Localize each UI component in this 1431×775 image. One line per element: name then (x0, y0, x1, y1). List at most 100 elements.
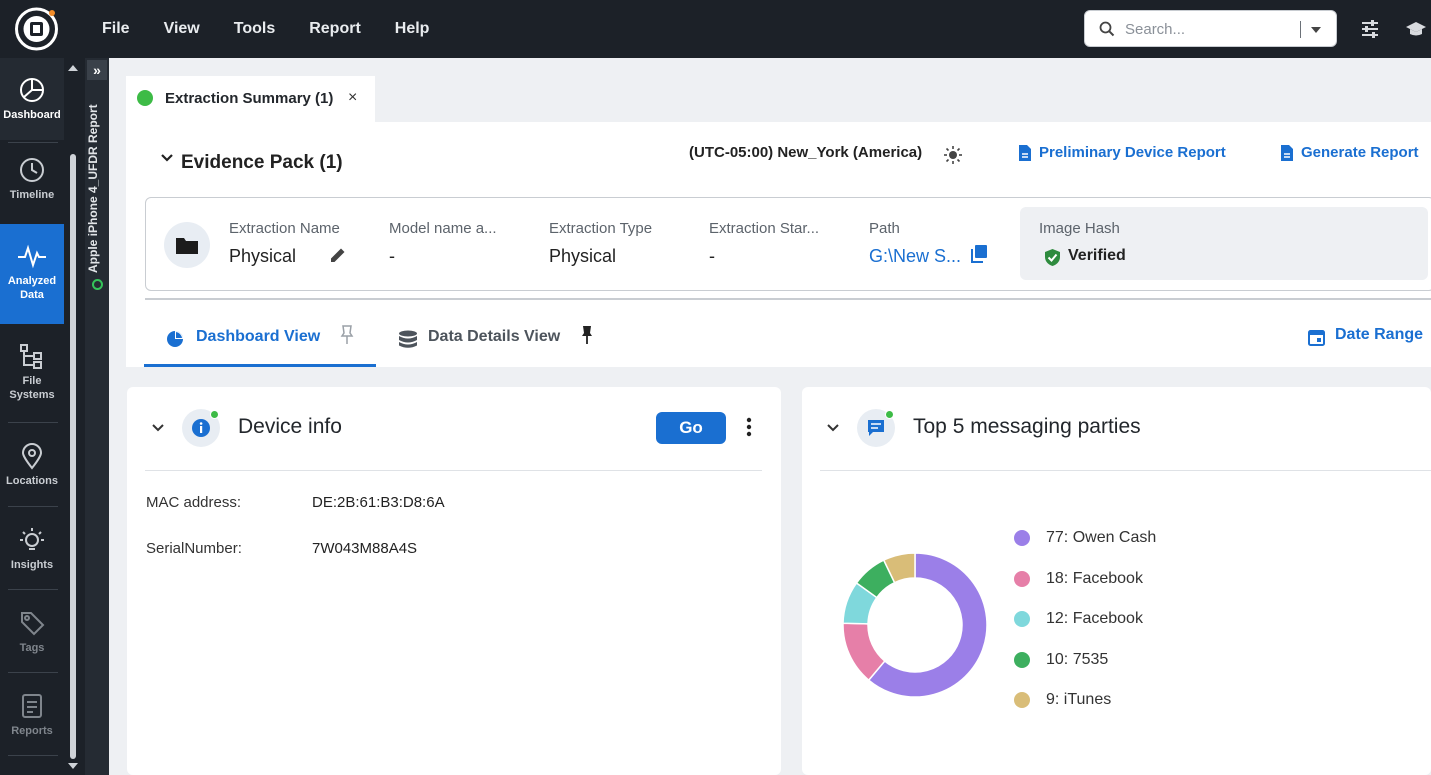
nav-reports[interactable]: Reports (0, 692, 64, 772)
search-separator (1300, 21, 1301, 38)
dashboard-view-label: Dashboard View (196, 328, 321, 345)
brightness-icon[interactable] (943, 145, 963, 165)
mac-address-value: DE:2B:61:B3:D8:6A (312, 494, 445, 511)
legend-swatch (1014, 570, 1030, 587)
chevron-down-icon[interactable] (826, 423, 840, 433)
report-side-strip: » Apple iPhone 4_UFDR Report (85, 58, 109, 775)
model-name-field: Model name a... - (389, 220, 497, 267)
extraction-start-field: Extraction Star... - (709, 220, 819, 267)
legend-swatch (1014, 611, 1030, 627)
chat-bubble-icon (868, 420, 884, 436)
menu-help[interactable]: Help (395, 20, 430, 38)
legend-swatch (1014, 692, 1030, 708)
online-status-dot (885, 410, 894, 419)
nav-insights[interactable]: Insights (0, 526, 64, 606)
image-hash-value: Verified (1068, 247, 1126, 264)
clock-icon (20, 158, 44, 182)
main-menu: File View Tools Report Help (102, 0, 463, 58)
tab-extraction-summary[interactable]: Extraction Summary (1) × (126, 76, 375, 122)
search-input[interactable]: Search... (1125, 21, 1185, 38)
pin-filled-icon[interactable] (580, 325, 594, 345)
nav-divider (8, 672, 58, 673)
model-name-label: Model name a... (389, 220, 497, 237)
tab-data-details-view[interactable]: Data Details View (398, 328, 561, 348)
app-logo-icon[interactable] (13, 5, 60, 52)
model-name-value: - (389, 246, 395, 266)
legend-label: 9: iTunes (1046, 691, 1112, 708)
nav-analyzed-data[interactable]: Analyzed Data (0, 224, 64, 324)
tag-icon (21, 612, 45, 636)
search-dropdown-icon[interactable] (1311, 27, 1321, 33)
nav-divider (8, 506, 58, 507)
legend-swatch (1014, 651, 1030, 668)
path-value[interactable]: G:\New S... (869, 246, 961, 267)
online-status-dot (210, 410, 219, 419)
edit-pencil-icon[interactable] (328, 245, 348, 265)
menu-view[interactable]: View (164, 20, 200, 38)
extraction-start-value: - (709, 246, 715, 266)
pie-chart-icon (167, 331, 183, 347)
report-name-vertical[interactable]: Apple iPhone 4_UFDR Report (86, 104, 100, 273)
copy-icon[interactable] (969, 244, 989, 264)
extraction-start-label: Extraction Star... (709, 220, 820, 237)
active-tab-indicator (144, 364, 376, 367)
pin-outline-icon[interactable] (340, 325, 354, 345)
messaging-donut-chart[interactable] (842, 552, 992, 702)
close-tab-icon[interactable]: × (348, 89, 357, 107)
nav-analyzed-label-2: Data (20, 289, 44, 301)
tab-dashboard-view[interactable]: Dashboard View (166, 328, 321, 347)
mac-address-label: MAC address: (146, 494, 242, 511)
info-icon (192, 419, 210, 437)
document-icon (1281, 145, 1293, 161)
extraction-name-field: Extraction Name Physical (229, 220, 340, 267)
search-box[interactable]: Search... (1084, 10, 1337, 47)
scroll-down-icon[interactable] (67, 762, 79, 770)
info-badge (182, 409, 220, 447)
nav-file-systems[interactable]: File Systems (0, 342, 64, 422)
nav-scrollbar[interactable] (70, 154, 76, 759)
nav-file-label-1: File (22, 375, 42, 387)
extraction-name-label: Extraction Name (229, 220, 340, 237)
preliminary-report-label: Preliminary Device Report (1039, 144, 1226, 161)
menu-report[interactable]: Report (309, 20, 361, 38)
report-status-icon (92, 279, 103, 290)
menu-file[interactable]: File (102, 20, 130, 38)
folder-badge (164, 222, 210, 268)
menu-tools[interactable]: Tools (234, 20, 275, 38)
scroll-up-icon[interactable] (67, 64, 79, 72)
calendar-icon (1308, 330, 1325, 346)
more-options-icon[interactable] (746, 417, 752, 437)
legend-label: 77: Owen Cash (1046, 529, 1157, 546)
tab-label: Extraction Summary (1) (165, 90, 334, 107)
folder-icon (176, 238, 198, 254)
expand-panel-button[interactable]: » (87, 60, 107, 80)
evidence-pack-title[interactable]: Evidence Pack (1) (181, 152, 343, 174)
nav-analyzed-label-1: Analyzed (7, 275, 57, 287)
nav-insights-label: Insights (10, 559, 54, 571)
serial-number-label: SerialNumber: (146, 540, 242, 557)
nav-tags[interactable]: Tags (0, 609, 64, 689)
left-nav: Dashboard Timeline Analyzed Data File Sy… (0, 58, 85, 775)
serial-number-value: 7W043M88A4S (312, 540, 418, 557)
chevron-down-icon[interactable] (151, 423, 165, 433)
search-icon (1099, 21, 1115, 37)
device-info-card: Device info Go MAC address: DE:2B:61:B3:… (127, 387, 781, 775)
graduation-cap-icon[interactable] (1405, 19, 1427, 39)
extraction-type-label: Extraction Type (549, 220, 653, 237)
chevron-down-icon[interactable] (160, 153, 174, 163)
data-details-label: Data Details View (428, 328, 561, 345)
go-button[interactable]: Go (656, 412, 726, 444)
card-divider (145, 470, 762, 471)
nav-dashboard[interactable]: Dashboard (0, 58, 64, 140)
database-icon (399, 330, 417, 348)
nav-timeline-label: Timeline (9, 189, 55, 201)
nav-locations[interactable]: Locations (0, 442, 64, 522)
generate-report-link[interactable]: Generate Report (1281, 144, 1419, 161)
document-icon (1019, 145, 1031, 161)
image-hash-label: Image Hash (1039, 220, 1120, 237)
filter-settings-icon[interactable] (1360, 19, 1380, 39)
nav-reports-label: Reports (11, 725, 53, 737)
date-range-button[interactable]: Date Range (1308, 326, 1423, 346)
location-pin-icon (21, 443, 43, 470)
preliminary-report-link[interactable]: Preliminary Device Report (1019, 144, 1226, 161)
